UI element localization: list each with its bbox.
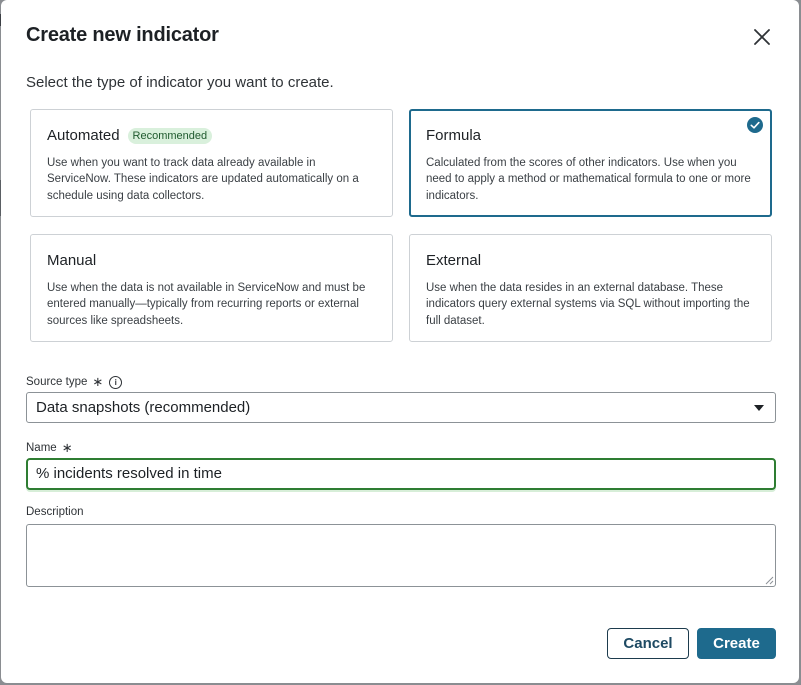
dialog-title: Create new indicator: [26, 24, 219, 46]
required-asterisk: ∗: [61, 440, 73, 455]
name-input[interactable]: % incidents resolved in time: [26, 458, 776, 490]
card-title: External: [426, 252, 482, 269]
caret-down-icon: [754, 405, 764, 411]
card-description: Calculated from the scores of other indi…: [426, 157, 751, 202]
indicator-type-formula[interactable]: Formula Calculated from the scores of ot…: [409, 109, 772, 217]
card-title: Automated: [47, 127, 120, 144]
resize-handle-icon[interactable]: [764, 575, 774, 585]
source-type-value: Data snapshots (recommended): [36, 399, 251, 416]
create-indicator-dialog: Create new indicator Select the type of …: [1, 0, 799, 683]
recommended-badge: Recommended: [127, 128, 213, 144]
info-icon[interactable]: i: [109, 375, 123, 389]
card-title: Manual: [47, 252, 97, 269]
indicator-type-manual[interactable]: Manual Use when the data is not availabl…: [30, 234, 393, 342]
close-button[interactable]: [751, 26, 773, 48]
selected-check-icon: [747, 117, 763, 133]
source-type-label: Source type ∗ i: [26, 374, 123, 390]
source-type-label-text: Source type: [26, 376, 88, 388]
dialog-subtitle: Select the type of indicator you want to…: [26, 74, 334, 91]
name-label: Name ∗: [26, 440, 73, 456]
description-label: Description: [26, 506, 84, 518]
required-asterisk: ∗: [92, 374, 104, 389]
indicator-type-automated[interactable]: Automated Recommended Use when you want …: [30, 109, 393, 217]
source-type-select[interactable]: Data snapshots (recommended): [26, 392, 776, 423]
card-description: Use when you want to track data already …: [47, 157, 359, 202]
create-button[interactable]: Create: [697, 628, 776, 659]
description-label-text: Description: [26, 506, 84, 518]
description-textarea[interactable]: [26, 524, 776, 587]
card-description: Use when the data is not available in Se…: [47, 282, 366, 327]
close-icon: [754, 29, 770, 45]
card-description: Use when the data resides in an external…: [426, 282, 750, 327]
indicator-type-external[interactable]: External Use when the data resides in an…: [409, 234, 772, 342]
cancel-button[interactable]: Cancel: [607, 628, 689, 659]
name-label-text: Name: [26, 442, 57, 454]
card-title: Formula: [426, 127, 482, 144]
